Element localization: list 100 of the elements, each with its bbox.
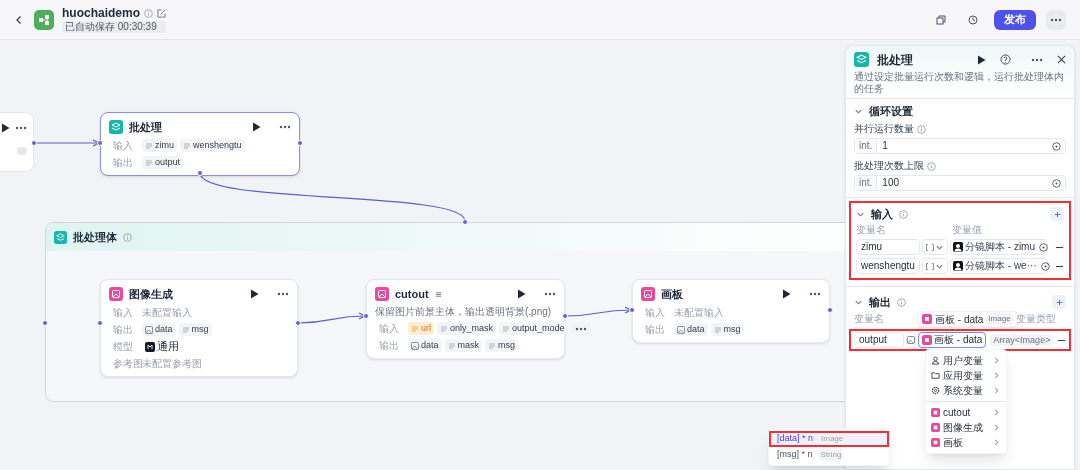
- avatar-icon: [953, 261, 963, 271]
- app-title: huochaidemo: [62, 6, 140, 20]
- row-label: 输入: [645, 306, 666, 320]
- connection-port[interactable]: [363, 313, 369, 319]
- play-icon[interactable]: [252, 122, 261, 132]
- empty-note: 未配置输入: [674, 306, 724, 320]
- connection-port[interactable]: [295, 320, 301, 326]
- empty-note: 未配置输入: [142, 306, 192, 320]
- menu-item[interactable]: 系统变量: [926, 383, 1006, 398]
- image-icon: [677, 325, 685, 334]
- column-header: 变量类型: [1016, 313, 1056, 325]
- panel-description: 通过设定批量运行次数和逻辑，运行批处理体内的任务: [854, 71, 1065, 95]
- node-card[interactable]: 画板 输入 未配置输入 输出 data msg: [632, 279, 830, 343]
- close-icon[interactable]: [1057, 55, 1066, 64]
- field-label: 批处理次数上限: [854, 160, 924, 172]
- more-icon[interactable]: [544, 292, 556, 296]
- picture-icon: [931, 423, 940, 432]
- edit-icon[interactable]: [157, 8, 166, 18]
- row-label: 输出: [645, 323, 666, 337]
- more-icon[interactable]: [574, 326, 587, 331]
- more-icon[interactable]: [809, 292, 821, 296]
- help-icon[interactable]: [1000, 54, 1011, 65]
- add-button[interactable]: [1050, 207, 1064, 221]
- play-icon[interactable]: [250, 289, 259, 299]
- more-icon[interactable]: [277, 292, 289, 296]
- user-icon: [931, 356, 940, 365]
- menu-item[interactable]: 图像生成: [926, 420, 1006, 435]
- connection-port[interactable]: [562, 313, 568, 319]
- node-title: 图像生成: [129, 286, 173, 302]
- node-card[interactable]: [0, 112, 34, 172]
- node-card[interactable]: 图像生成 输入 未配置输入 输出 data msg 模型 通用 参考图未配置参考图: [100, 279, 298, 377]
- play-icon[interactable]: [782, 289, 791, 299]
- lines-icon: [145, 141, 153, 150]
- menu-item[interactable]: 应用变量: [926, 368, 1006, 383]
- more-icon[interactable]: [1050, 17, 1062, 22]
- play-icon[interactable]: [1, 123, 10, 133]
- tag-icon: [17, 147, 27, 155]
- number-field[interactable]: int. 100: [854, 175, 1066, 191]
- name-field[interactable]: wenshengtu: [856, 258, 920, 274]
- node-title: 画板: [661, 286, 683, 302]
- picture-icon: [931, 408, 940, 417]
- connection-port[interactable]: [297, 140, 303, 146]
- copy-icon[interactable]: [936, 14, 946, 25]
- number-field[interactable]: int. 1: [854, 138, 1066, 154]
- lines-icon: [713, 325, 722, 334]
- variable-tag: data: [142, 323, 176, 336]
- layers-icon: [854, 52, 869, 67]
- connection-port[interactable]: [462, 219, 468, 225]
- clear-icon[interactable]: [1052, 141, 1061, 151]
- connection-port[interactable]: [827, 307, 833, 313]
- tooltip-text: 画板 - data: [935, 312, 984, 327]
- type-icon: [926, 262, 934, 270]
- panel-title: 批处理: [877, 53, 913, 66]
- lines-icon: [145, 158, 153, 167]
- image-icon: [145, 325, 153, 334]
- menu-item[interactable]: 画板: [926, 435, 1006, 450]
- more-icon[interactable]: [15, 126, 27, 130]
- variable-tag: msg: [710, 323, 744, 336]
- more-icon[interactable]: [279, 125, 291, 129]
- name-field[interactable]: output: [854, 332, 904, 348]
- play-icon[interactable]: [517, 289, 526, 299]
- clear-icon[interactable]: [1052, 178, 1061, 188]
- variable-tag: mask: [444, 339, 483, 352]
- more-button[interactable]: [1046, 9, 1066, 30]
- connection-port[interactable]: [42, 320, 48, 326]
- lines-icon: [411, 324, 419, 333]
- type-icon: [926, 243, 934, 251]
- submenu-item[interactable]: [data] * n Image: [769, 431, 889, 447]
- column-header: 变量值: [952, 224, 982, 236]
- row-label: 输入: [379, 322, 400, 336]
- lines-icon: [502, 324, 511, 333]
- submenu-item[interactable]: [msg] * n String: [769, 447, 889, 463]
- node-card[interactable]: 批处理 输入 zimu wenshengtu 输出 output: [100, 112, 300, 176]
- avatar-icon: [953, 242, 963, 252]
- value-field[interactable]: 分镜脚本 - zimu: [950, 239, 1048, 255]
- value-field[interactable]: 分镜脚本 - we···: [950, 258, 1048, 274]
- publish-button[interactable]: 发布: [994, 9, 1036, 30]
- more-icon[interactable]: [1031, 57, 1043, 62]
- plus-icon: [1053, 210, 1061, 218]
- add-button[interactable]: [1052, 295, 1066, 309]
- value-field[interactable]: 画板 - data: [918, 332, 987, 348]
- type-select[interactable]: [922, 239, 948, 255]
- variable-tag: only_mask: [437, 322, 497, 335]
- menu-item[interactable]: cutout: [926, 405, 1006, 420]
- history-icon[interactable]: [968, 14, 978, 25]
- model-icon: [145, 341, 155, 352]
- connection-port[interactable]: [31, 140, 37, 146]
- name-field[interactable]: zimu: [856, 239, 920, 255]
- connection-port[interactable]: [97, 320, 103, 326]
- play-icon[interactable]: [977, 54, 986, 65]
- back-icon[interactable]: [14, 14, 24, 25]
- picture-icon: [931, 438, 940, 447]
- connection-port[interactable]: [197, 170, 203, 176]
- connection-port[interactable]: [97, 140, 103, 146]
- menu-item[interactable]: 用户变量: [926, 353, 1006, 368]
- image-button[interactable]: [906, 332, 916, 348]
- app-logo-icon: [34, 9, 54, 30]
- connection-port[interactable]: [629, 307, 635, 313]
- variable-tag: wenshengtu: [180, 139, 245, 152]
- type-select[interactable]: [922, 258, 948, 274]
